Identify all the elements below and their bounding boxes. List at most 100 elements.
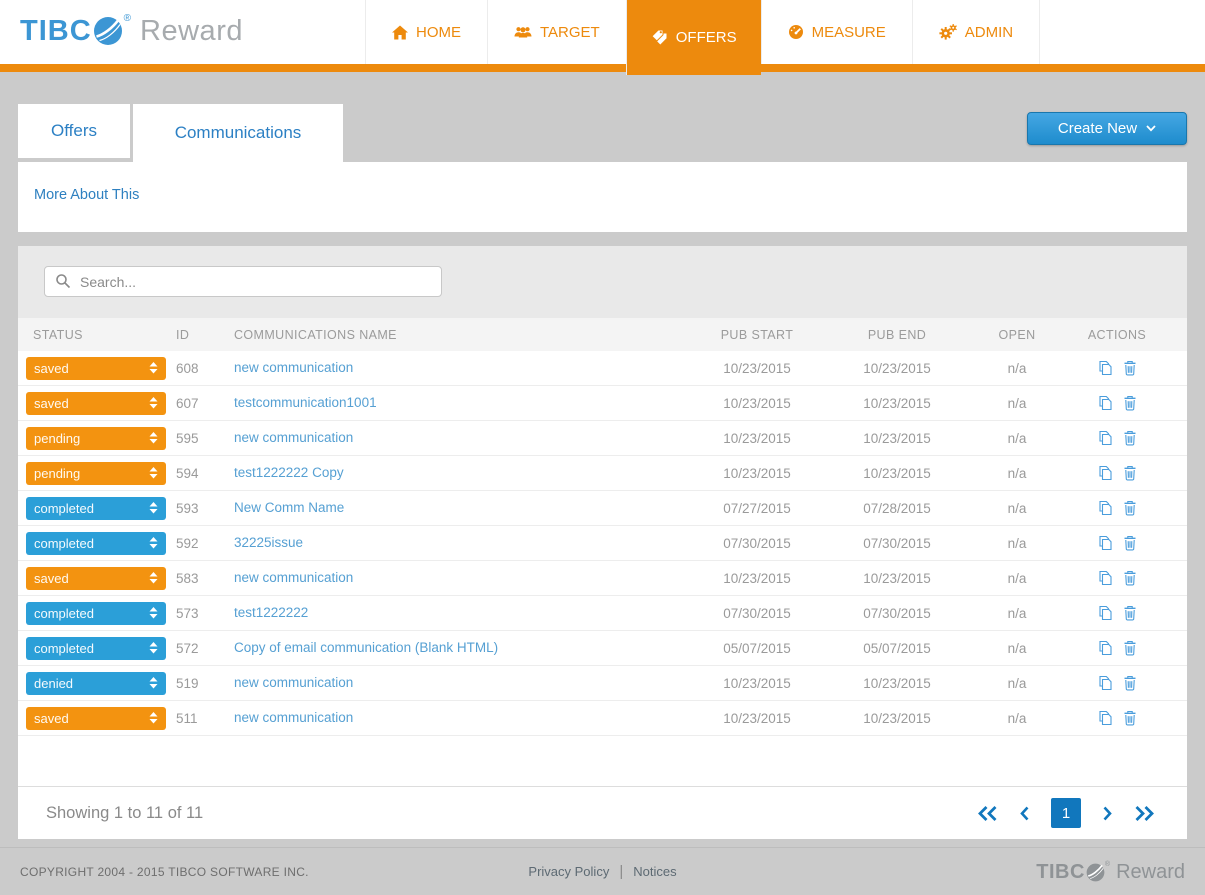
status-select[interactable]: denied [26,671,166,695]
select-arrows-icon [149,712,158,724]
table-row: denied 519 new communication 10/23/2015 … [18,666,1187,701]
delete-icon[interactable] [1123,710,1137,726]
table-row: pending 595 new communication 10/23/2015… [18,421,1187,456]
communications-panel: STATUS ID COMMUNICATIONS NAME PUB START … [18,246,1187,839]
copy-icon[interactable] [1098,465,1113,481]
communication-id: 511 [176,710,198,726]
communication-name-link[interactable]: New Comm Name [234,500,344,515]
status-select[interactable]: completed [26,496,166,520]
chevron-down-icon [1146,125,1156,132]
status-select[interactable]: completed [26,636,166,660]
copy-icon[interactable] [1098,570,1113,586]
nav-label: MEASURE [811,23,886,41]
copy-icon[interactable] [1098,395,1113,411]
status-select[interactable]: saved [26,706,166,730]
nav-item-admin[interactable]: ADMIN [911,0,1041,64]
copy-icon[interactable] [1098,640,1113,656]
copy-icon[interactable] [1098,605,1113,621]
communication-name-link[interactable]: new communication [234,570,353,585]
delete-icon[interactable] [1123,430,1137,446]
delete-icon[interactable] [1123,640,1137,656]
status-select[interactable]: saved [26,356,166,380]
app-logo: TIBC ® Reward [20,14,243,48]
delete-icon[interactable] [1123,570,1137,586]
copy-icon[interactable] [1098,710,1113,726]
communication-name-link[interactable]: new communication [234,675,353,690]
page-number-button[interactable]: 1 [1051,798,1081,828]
table-row: saved 607 testcommunication1001 10/23/20… [18,386,1187,421]
status-select[interactable]: completed [26,531,166,555]
delete-icon[interactable] [1123,395,1137,411]
pub-start-date: 10/23/2015 [723,465,791,481]
status-value: saved [34,710,69,726]
communication-id: 519 [176,675,199,691]
page-footer: COPYRIGHT 2004 - 2015 TIBCO SOFTWARE INC… [0,847,1205,895]
communication-name-link[interactable]: Copy of email communication (Blank HTML) [234,640,498,655]
search-input[interactable] [44,266,442,297]
nav-item-measure[interactable]: MEASURE [760,0,912,64]
delete-icon[interactable] [1123,500,1137,516]
create-new-label: Create New [1057,120,1138,137]
copy-icon[interactable] [1098,675,1113,691]
table-row: completed 572 Copy of email communicatio… [18,631,1187,666]
open-rate: n/a [1007,430,1027,446]
privacy-policy-link[interactable]: Privacy Policy [528,864,609,879]
copy-icon[interactable] [1098,500,1113,516]
pager: 1 [978,798,1154,828]
open-rate: n/a [1007,640,1027,656]
search-icon [56,274,71,289]
status-value: pending [34,465,81,481]
tab-communications[interactable]: Communications [133,104,343,162]
create-new-button[interactable]: Create New [1027,112,1187,145]
select-arrows-icon [149,467,158,479]
communication-name-link[interactable]: new communication [234,430,353,445]
delete-icon[interactable] [1123,465,1137,481]
status-select[interactable]: saved [26,391,166,415]
nav-item-home[interactable]: HOME [365,0,487,64]
pub-end-date: 05/07/2015 [863,640,931,656]
previous-page-button[interactable] [1019,806,1030,821]
notices-link[interactable]: Notices [633,864,676,879]
status-value: completed [34,605,94,621]
communication-name-link[interactable]: testcommunication1001 [234,395,377,410]
delete-icon[interactable] [1123,605,1137,621]
delete-icon[interactable] [1123,535,1137,551]
communication-name-link[interactable]: test1222222 Copy [234,465,344,480]
communication-name-link[interactable]: test1222222 [234,605,308,620]
status-value: pending [34,430,81,446]
more-about-this-link[interactable]: More About This [34,187,139,203]
select-arrows-icon [149,397,158,409]
nav-label: TARGET [540,23,600,41]
open-rate: n/a [1007,395,1027,411]
next-page-button[interactable] [1102,806,1113,821]
nav-item-offers[interactable]: OFFERS [625,0,761,75]
last-page-button[interactable] [1134,805,1154,821]
logo-text-secondary: Reward [140,15,243,47]
table-row: completed 573 test1222222 07/30/2015 07/… [18,596,1187,631]
copy-icon[interactable] [1098,360,1113,376]
status-select[interactable]: completed [26,601,166,625]
status-select[interactable]: pending [26,461,166,485]
col-header-id: ID [176,327,190,342]
communication-name-link[interactable]: new communication [234,360,353,375]
delete-icon[interactable] [1123,675,1137,691]
about-panel: More About This [18,162,1187,232]
copy-icon[interactable] [1098,535,1113,551]
footer-logo-text-primary: TIBC [1036,860,1085,883]
nav-label: ADMIN [964,23,1014,41]
table-row: completed 593 New Comm Name 07/27/2015 0… [18,491,1187,526]
communication-name-link[interactable]: new communication [234,710,353,725]
tab-offers[interactable]: Offers [18,104,130,158]
status-select[interactable]: pending [26,426,166,450]
pub-start-date: 10/23/2015 [723,675,791,691]
communication-id: 583 [176,570,199,586]
main-nav: HOME TARGET OFFERS MEASURE ADMIN [365,0,1041,75]
status-select[interactable]: saved [26,566,166,590]
communication-name-link[interactable]: 32225issue [234,535,303,550]
delete-icon[interactable] [1123,360,1137,376]
copy-icon[interactable] [1098,430,1113,446]
select-arrows-icon [149,537,158,549]
pub-start-date: 10/23/2015 [723,360,791,376]
nav-item-target[interactable]: TARGET [487,0,626,64]
first-page-button[interactable] [978,805,998,821]
